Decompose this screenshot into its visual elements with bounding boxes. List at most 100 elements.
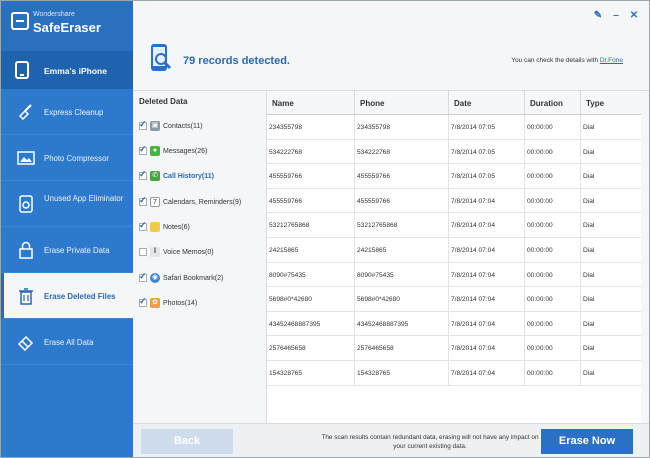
category-voice-memos[interactable]: ‖ Voice Memos(0)	[139, 245, 214, 259]
photos-checkbox[interactable]	[139, 296, 147, 307]
back-button[interactable]: Back	[141, 429, 233, 454]
category-call-history[interactable]: ✆ Call History(11)	[139, 169, 214, 183]
category-calendars[interactable]: 7 Calendars, Reminders(9)	[139, 195, 241, 209]
sidebar: Wondershare SafeEraser Emma's iPhone Exp…	[1, 1, 133, 457]
cell-name: 455559766	[267, 188, 355, 213]
cell-duration: 00:00:00	[525, 164, 581, 188]
category-contacts[interactable]: ▣ Contacts(11)	[139, 119, 203, 133]
table-row[interactable]: 8090#75435 8090#75435 7/8/2014 07:04 00:…	[267, 262, 641, 288]
lock-icon	[19, 241, 33, 259]
cell-phone: 455559766	[355, 164, 449, 188]
calendars-checkbox[interactable]	[139, 195, 147, 206]
cell-name: 5698#0*42680	[267, 287, 355, 311]
deleted-data-title: Deleted Data	[139, 97, 188, 106]
cell-phone: 234355798	[355, 115, 449, 139]
sidebar-item-erase-private-data[interactable]: Erase Private Data	[1, 227, 133, 273]
cell-duration: 00:00:00	[525, 213, 581, 237]
cell-phone: 5698#0*42680	[355, 287, 449, 311]
iphone-icon	[15, 61, 29, 79]
table-row[interactable]: 534222768 534222768 7/8/2014 07:05 00:00…	[267, 139, 641, 165]
column-header-date[interactable]: Date	[449, 91, 525, 114]
cell-name: 43452468887395	[267, 311, 355, 336]
cell-phone: 534222768	[355, 139, 449, 164]
category-safari-bookmark[interactable]: ◉ Safari Bookmark(2)	[139, 271, 223, 285]
cell-name: 455559766	[267, 164, 355, 188]
cell-type: Dial	[583, 296, 595, 304]
category-notes[interactable]: Notes(6)	[139, 220, 190, 234]
cell-duration: 00:00:00	[525, 287, 581, 311]
column-header-name[interactable]: Name	[267, 91, 355, 114]
sidebar-item-unused-app-eliminator[interactable]: Unused App Eliminator	[1, 181, 133, 227]
table-row[interactable]: 53212765868 53212765868 7/8/2014 07:04 0…	[267, 213, 641, 238]
device-item[interactable]: Emma's iPhone	[1, 51, 133, 89]
cell-type: Dial	[583, 345, 595, 353]
erase-now-button[interactable]: Erase Now	[541, 429, 633, 454]
category-label: Notes(6)	[163, 223, 190, 231]
cell-date: 7/8/2014 07:04	[449, 188, 525, 213]
column-header-phone[interactable]: Phone	[355, 91, 449, 114]
cell-type: Dial	[583, 369, 595, 377]
cell-type: Dial	[583, 246, 595, 254]
cell-date: 7/8/2014 07:05	[449, 164, 525, 188]
table-row[interactable]: 455559766 455559766 7/8/2014 07:04 00:00…	[267, 188, 641, 214]
messages-checkbox[interactable]	[139, 144, 147, 155]
cell-date: 7/8/2014 07:04	[449, 311, 525, 336]
phone-icon: ✆	[150, 171, 160, 181]
voice-memo-icon: ‖	[150, 247, 160, 257]
table-row[interactable]: 234355798 234355798 7/8/2014 07:05 00:00…	[267, 115, 641, 140]
messages-icon: ●	[150, 146, 160, 156]
brand-company: Wondershare	[33, 11, 75, 18]
photos-icon: ✿	[150, 298, 160, 308]
table-row[interactable]: 43452468887395 43452468887395 7/8/2014 0…	[267, 311, 641, 337]
table-row[interactable]: 154328765 154328765 7/8/2014 07:04 00:00…	[267, 360, 641, 386]
calendar-icon: 7	[150, 197, 160, 207]
cell-duration: 00:00:00	[525, 336, 581, 360]
call-history-checkbox[interactable]	[139, 169, 147, 180]
cell-type: Dial	[583, 124, 595, 131]
column-header-type[interactable]: Type	[581, 91, 641, 114]
safari-icon: ◉	[150, 273, 160, 283]
drfone-link[interactable]: Dr.Fone	[600, 57, 623, 64]
brand-header: Wondershare SafeEraser	[1, 1, 133, 51]
sidebar-item-label: Photo Compressor	[44, 154, 110, 163]
cell-type: Dial	[583, 320, 595, 328]
cell-date: 7/8/2014 07:04	[449, 360, 525, 385]
cell-duration: 00:00:00	[525, 262, 581, 287]
sidebar-item-erase-all-data[interactable]: Erase All Data	[1, 319, 133, 365]
table-row[interactable]: 455559766 455559766 7/8/2014 07:05 00:00…	[267, 164, 641, 189]
cell-date: 7/8/2014 07:05	[449, 139, 525, 164]
feedback-icon[interactable]: ✎	[593, 11, 603, 21]
table-row[interactable]: 24215865 24215865 7/8/2014 07:04 00:00:0…	[267, 237, 641, 263]
category-label: Photos(14)	[163, 299, 198, 307]
table-header: Name Phone Date Duration Type	[267, 91, 641, 115]
voice-memos-checkbox[interactable]	[139, 248, 147, 256]
safari-bookmark-checkbox[interactable]	[139, 271, 147, 282]
cell-duration: 00:00:00	[525, 115, 581, 139]
sidebar-item-label: Express Cleanup	[44, 108, 104, 117]
cell-type: Dial	[583, 222, 595, 230]
notes-checkbox[interactable]	[139, 220, 147, 231]
table-row[interactable]: 5698#0*42680 5698#0*42680 7/8/2014 07:04…	[267, 287, 641, 312]
cell-name: 24215865	[267, 237, 355, 262]
safeeraser-logo-icon	[11, 12, 29, 30]
minimize-icon[interactable]: –	[611, 11, 621, 21]
brand-name: SafeEraser	[33, 20, 101, 35]
category-photos[interactable]: ✿ Photos(14)	[139, 296, 197, 310]
cell-name: 234355798	[267, 115, 355, 139]
contacts-checkbox[interactable]	[139, 119, 147, 130]
cell-date: 7/8/2014 07:04	[449, 262, 525, 287]
cell-type: Dial	[583, 173, 595, 181]
sidebar-item-express-cleanup[interactable]: Express Cleanup	[1, 89, 133, 135]
close-icon[interactable]: ✕	[629, 11, 639, 21]
photo-icon	[17, 151, 35, 165]
cell-name: 53212765868	[267, 213, 355, 237]
column-header-duration[interactable]: Duration	[525, 91, 581, 114]
category-messages[interactable]: ● Messages(26)	[139, 144, 207, 158]
sidebar-item-erase-deleted-files[interactable]: Erase Deleted Files	[1, 273, 133, 319]
sidebar-item-photo-compressor[interactable]: Photo Compressor	[1, 135, 133, 181]
results-header: 79 records detected. You can check the d…	[133, 27, 649, 91]
apps-icon	[19, 195, 33, 213]
broom-icon	[18, 104, 32, 121]
cell-date: 7/8/2014 07:05	[449, 115, 525, 139]
table-row[interactable]: 2576465658 2576465658 7/8/2014 07:04 00:…	[267, 336, 641, 361]
